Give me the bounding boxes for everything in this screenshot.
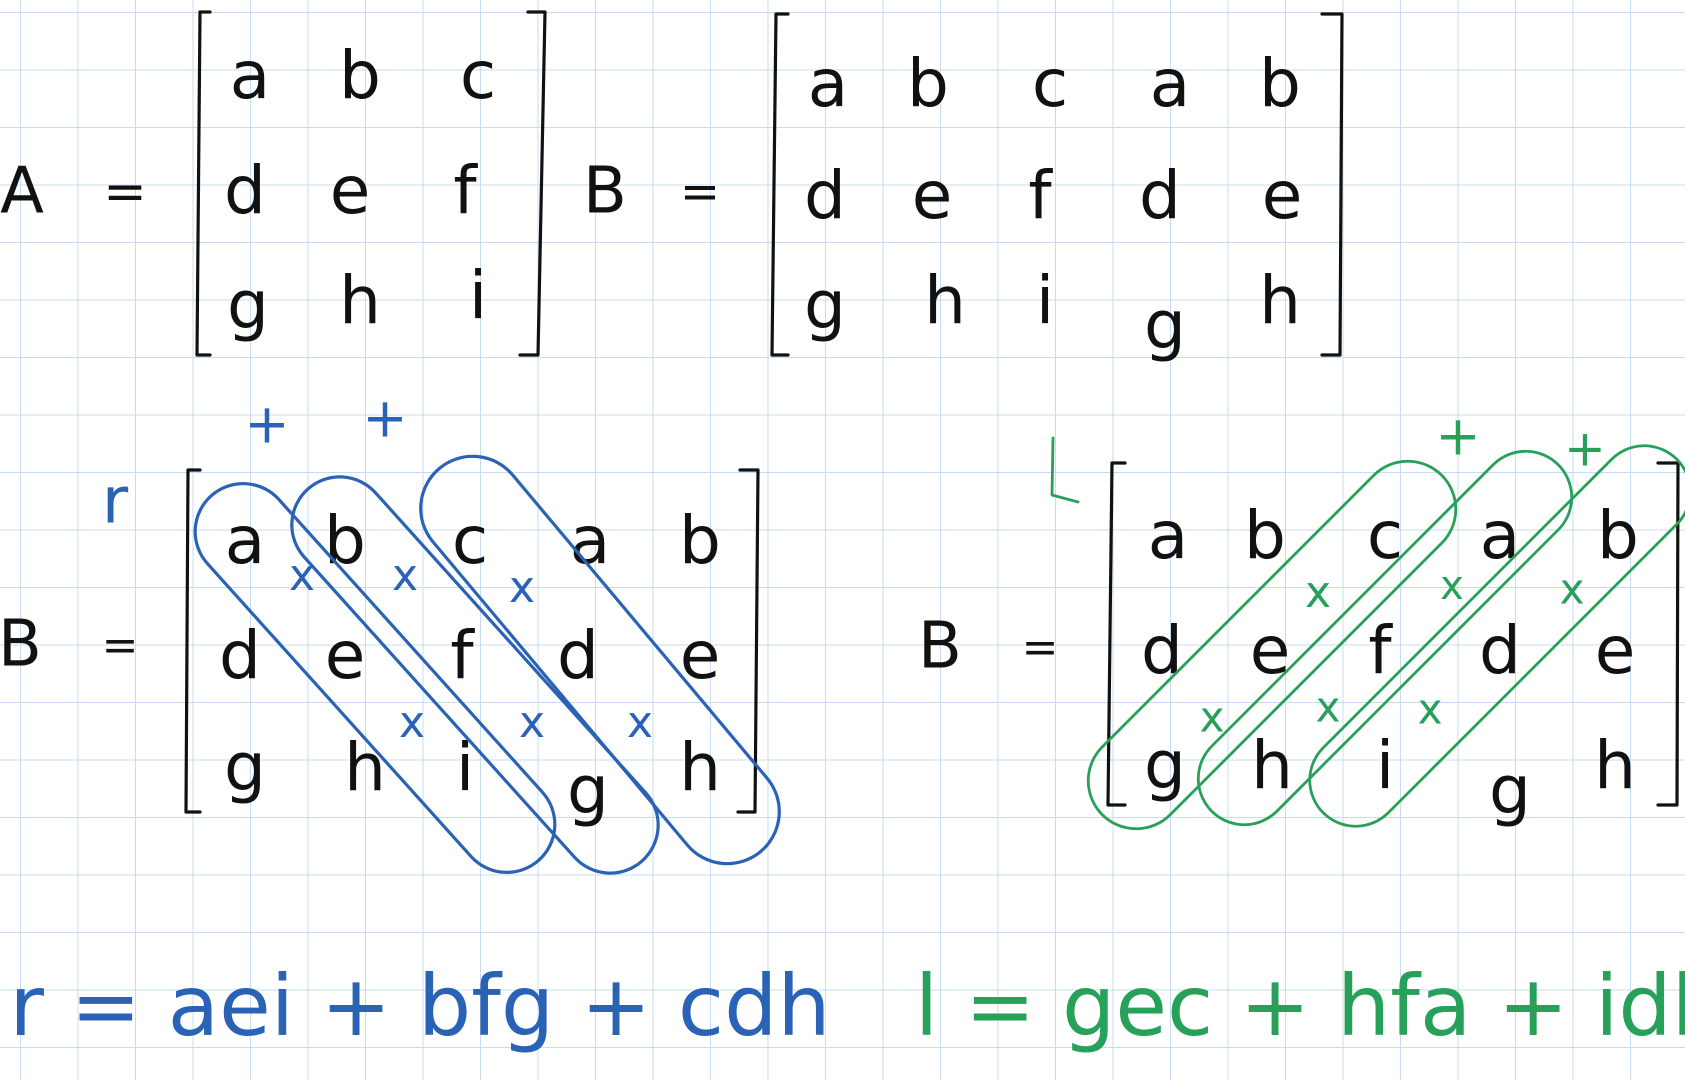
right-diagonals-cell: f bbox=[450, 617, 475, 694]
left-diagonals-cell: b bbox=[1244, 497, 1286, 574]
right-diagonals-cell: h bbox=[679, 729, 721, 806]
right-diagonals-formula: r = aei + bfg + cdh bbox=[9, 957, 830, 1055]
matrix-a-definition: A = a b c d e f g h i bbox=[0, 10, 547, 357]
right-diagonals-example: r B = a b c a b d e f d e g h i g h + + … bbox=[0, 387, 781, 875]
matrix-b-left-bracket bbox=[770, 12, 790, 357]
matrix-b-cell: d bbox=[804, 157, 846, 234]
plus-mark: + bbox=[244, 393, 289, 456]
times-mark: x bbox=[399, 697, 425, 748]
left-diagonals-cell: a bbox=[1480, 497, 1520, 574]
matrix-b-cell: b bbox=[1259, 45, 1301, 122]
plus-mark: + bbox=[1564, 420, 1606, 478]
plus-mark: + bbox=[1435, 405, 1480, 468]
matrix-a-equals: = bbox=[103, 162, 147, 222]
matrix-b-right-bracket bbox=[1320, 12, 1344, 357]
matrix-b-cell: f bbox=[1028, 157, 1053, 234]
matrix-b-equals: = bbox=[680, 164, 720, 220]
right-diagonals-cell: d bbox=[557, 617, 599, 694]
left-diagonals-example: l B = a b c a b d e f d e g h i g h bbox=[918, 405, 1685, 831]
left-diagonals-equals: = bbox=[1022, 622, 1059, 673]
right-diagonals-cell: c bbox=[452, 502, 488, 579]
handwritten-notes: A = a b c d e f g h i B = a b c a b d e … bbox=[0, 10, 1685, 1055]
left-diagonals-cell: e bbox=[1595, 612, 1636, 689]
matrix-b-cell: e bbox=[1262, 157, 1303, 234]
left-diagonals-cells: a b c a b d e f d e g h i g h bbox=[1141, 497, 1639, 829]
matrix-a-cell: g bbox=[227, 267, 269, 344]
right-diagonals-equals: = bbox=[102, 620, 139, 671]
left-diagonals-cell: d bbox=[1141, 612, 1183, 689]
left-diagonals-cell: g bbox=[1144, 727, 1186, 804]
times-mark: x bbox=[1200, 693, 1225, 742]
left-diagonals-cell: c bbox=[1367, 497, 1403, 574]
matrix-a-cells: a b c d e f g h i bbox=[224, 37, 496, 344]
left-diagonals-cell: d bbox=[1479, 612, 1521, 689]
right-diagonals-cell: e bbox=[325, 617, 366, 694]
matrix-a-cell: c bbox=[460, 37, 496, 114]
matrix-a-cell: d bbox=[224, 152, 266, 229]
times-mark: x bbox=[1305, 567, 1331, 618]
times-mark: x bbox=[392, 550, 418, 601]
right-diagonals-matrix-name: B bbox=[0, 608, 42, 682]
matrix-b-cell: g bbox=[1144, 287, 1186, 364]
left-diagonals-cell: g bbox=[1489, 752, 1531, 829]
left-diagonals-cell: i bbox=[1376, 727, 1394, 804]
matrix-b-cell: c bbox=[1032, 45, 1068, 122]
times-mark: x bbox=[1418, 685, 1443, 734]
matrix-b-cell: b bbox=[907, 45, 949, 122]
matrix-a-cell: a bbox=[230, 37, 270, 114]
matrix-b-cell: a bbox=[1150, 45, 1190, 122]
plus-mark: + bbox=[362, 387, 407, 450]
matrix-b-cell: d bbox=[1139, 157, 1181, 234]
times-mark: x bbox=[289, 550, 315, 601]
right-diagonals-cell: d bbox=[219, 617, 261, 694]
left-diagonals-matrix-name: B bbox=[918, 610, 962, 684]
graph-paper-page: A = a b c d e f g h i B = a b c a b d e … bbox=[0, 0, 1685, 1080]
matrix-a-right-bracket bbox=[518, 10, 547, 357]
right-diagonals-cell: b bbox=[324, 502, 366, 579]
left-diagonals-right-bracket bbox=[1656, 461, 1680, 807]
matrix-a-cell: b bbox=[339, 37, 381, 114]
matrix-b-cell: e bbox=[912, 157, 953, 234]
left-diagonals-formula: l = gec + hfa + idb bbox=[915, 957, 1685, 1055]
right-diagonals-cell: a bbox=[225, 502, 265, 579]
times-mark: x bbox=[1316, 683, 1341, 732]
times-mark: x bbox=[1440, 563, 1464, 609]
times-mark: x bbox=[519, 697, 545, 748]
right-diagonals-left-bracket bbox=[184, 468, 202, 814]
right-diagonals-cell: g bbox=[224, 729, 266, 806]
matrix-b-cell: h bbox=[1259, 262, 1301, 339]
matrix-a-cell: i bbox=[469, 257, 487, 334]
matrix-b-cell: i bbox=[1036, 262, 1054, 339]
left-diagonals-left-bracket bbox=[1106, 461, 1127, 807]
left-diagonals-cell: f bbox=[1368, 612, 1393, 689]
left-diagonals-cell: a bbox=[1148, 497, 1188, 574]
matrix-b-name: B bbox=[583, 155, 627, 229]
matrix-b-cell: a bbox=[808, 45, 848, 122]
matrix-a-cell: f bbox=[453, 152, 478, 229]
matrix-b-cell: h bbox=[924, 262, 966, 339]
times-mark: x bbox=[627, 697, 653, 748]
right-diagonals-cell: b bbox=[679, 502, 721, 579]
right-diagonals-label: r bbox=[102, 465, 129, 539]
right-diagonals-cell: g bbox=[567, 752, 609, 829]
matrix-a-left-bracket bbox=[195, 10, 212, 357]
left-diagonals-cell: h bbox=[1251, 727, 1293, 804]
matrix-b-cells: a b c a b d e f d e g h i g h bbox=[804, 45, 1302, 364]
matrix-a-name: A bbox=[0, 155, 44, 229]
matrix-a-cell: h bbox=[339, 262, 381, 339]
right-diagonals-right-bracket bbox=[736, 468, 760, 814]
left-diagonals-cell: h bbox=[1594, 727, 1636, 804]
left-diagonals-cell: b bbox=[1597, 497, 1639, 574]
matrix-b-cell: g bbox=[804, 267, 846, 344]
times-mark: x bbox=[509, 562, 535, 613]
matrix-a-cell: e bbox=[330, 152, 371, 229]
matrix-b-definition: B = a b c a b d e f d e g h i g h bbox=[583, 12, 1344, 364]
left-diagonals-cell: e bbox=[1250, 612, 1291, 689]
times-mark: x bbox=[1560, 565, 1585, 614]
